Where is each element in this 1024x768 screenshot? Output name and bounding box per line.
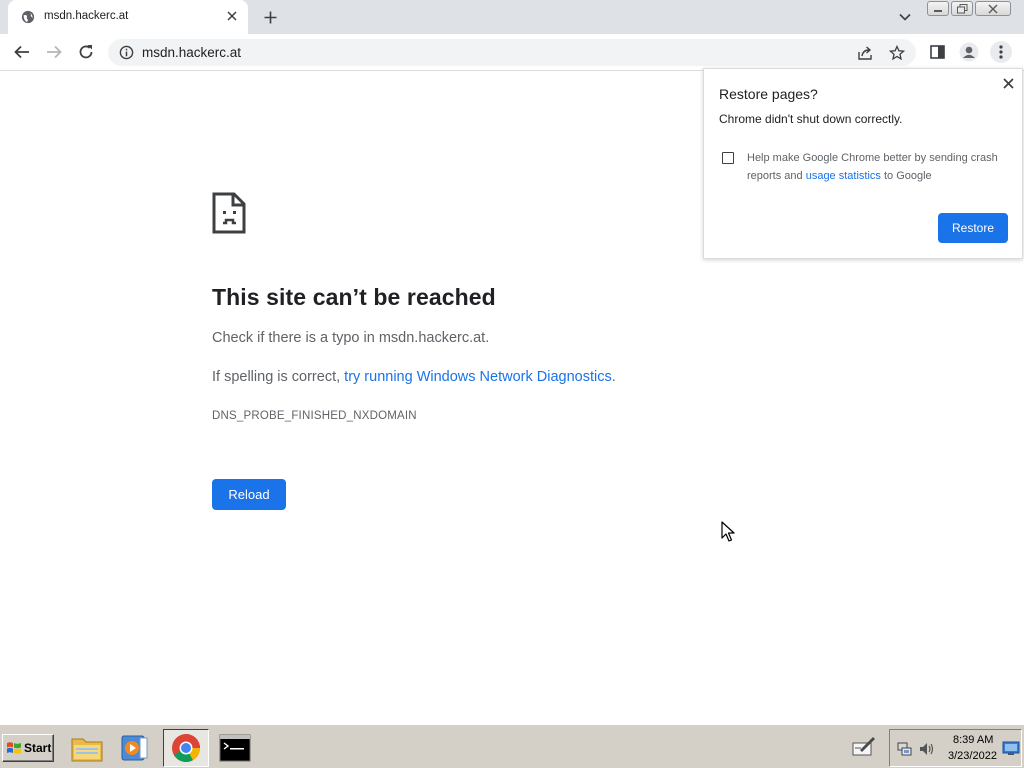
close-icon[interactable]	[1000, 75, 1016, 91]
tab-close-icon[interactable]	[224, 8, 240, 24]
file-explorer-icon[interactable]	[64, 729, 110, 767]
new-tab-icon[interactable]	[260, 8, 280, 26]
command-prompt-icon[interactable]	[212, 729, 258, 767]
error-diagnostics-line: If spelling is correct, try running Wind…	[212, 369, 616, 385]
clock-time[interactable]: 8:39 AM	[953, 734, 993, 746]
chrome-icon[interactable]	[163, 729, 209, 767]
error-suggestion: Check if there is a typo in msdn.hackerc…	[212, 330, 490, 346]
error-heading: This site can’t be reached	[212, 284, 496, 310]
diagnostics-suffix: .	[611, 369, 616, 385]
windows-logo-icon	[7, 742, 21, 754]
dialog-message: Chrome didn't shut down correctly.	[719, 112, 903, 126]
window-controls	[927, 1, 1011, 17]
reload-icon[interactable]	[74, 40, 98, 64]
reload-button[interactable]: Reload	[212, 479, 286, 510]
kebab-menu-icon[interactable]	[990, 41, 1012, 63]
restore-window-icon[interactable]	[951, 1, 973, 16]
network-diagnostics-link[interactable]: try running Windows Network Diagnostics	[344, 369, 612, 385]
network-icon[interactable]	[896, 740, 914, 758]
taskbar: Start 8:39 AM 3/23/2022	[0, 724, 1024, 768]
back-arrow-icon[interactable]	[10, 40, 34, 64]
dialog-title: Restore pages?	[719, 86, 818, 102]
minimize-icon[interactable]	[927, 1, 949, 16]
usage-stats-label: Help make Google Chrome better by sendin…	[747, 149, 1007, 185]
sad-document-icon	[212, 192, 246, 234]
restore-pages-dialog: Restore pages? Chrome didn't shut down c…	[703, 68, 1023, 259]
side-panel-icon[interactable]	[926, 41, 948, 63]
error-code: DNS_PROBE_FINISHED_NXDOMAIN	[212, 410, 417, 422]
start-button[interactable]: Start	[2, 734, 54, 762]
show-desktop-icon[interactable]	[1002, 739, 1020, 757]
volume-icon[interactable]	[918, 740, 936, 758]
screen: msdn.hackerc.at msdn.hackerc.at This sit…	[0, 0, 1024, 768]
system-tray: 8:39 AM 3/23/2022	[889, 729, 1022, 767]
forward-arrow-icon[interactable]	[42, 40, 66, 64]
chevron-down-icon[interactable]	[896, 8, 914, 26]
help-text-suffix: to Google	[880, 170, 932, 182]
restore-button[interactable]: Restore	[938, 213, 1008, 243]
media-player-icon[interactable]	[112, 729, 158, 767]
clock-date[interactable]: 3/23/2022	[948, 750, 997, 762]
window-close-icon[interactable]	[975, 1, 1011, 16]
usage-statistics-link[interactable]: usage statistics	[806, 170, 881, 182]
bookmark-star-icon[interactable]	[888, 44, 906, 62]
browser-tab[interactable]: msdn.hackerc.at	[8, 0, 248, 34]
url-text[interactable]: msdn.hackerc.at	[142, 45, 241, 60]
profile-avatar-icon[interactable]	[958, 41, 980, 63]
tab-title: msdn.hackerc.at	[44, 10, 129, 22]
mouse-cursor-icon	[721, 521, 735, 542]
browser-toolbar: msdn.hackerc.at	[0, 34, 1024, 71]
input-panel-icon[interactable]	[852, 735, 876, 757]
diagnostics-prefix: If spelling is correct,	[212, 369, 345, 385]
globe-icon	[21, 10, 35, 24]
tab-strip: msdn.hackerc.at	[0, 0, 1024, 34]
usage-stats-checkbox[interactable]	[722, 152, 734, 164]
start-label: Start	[24, 741, 52, 755]
address-bar[interactable]: msdn.hackerc.at	[108, 39, 916, 66]
share-icon[interactable]	[856, 44, 874, 62]
info-icon[interactable]	[119, 45, 134, 60]
